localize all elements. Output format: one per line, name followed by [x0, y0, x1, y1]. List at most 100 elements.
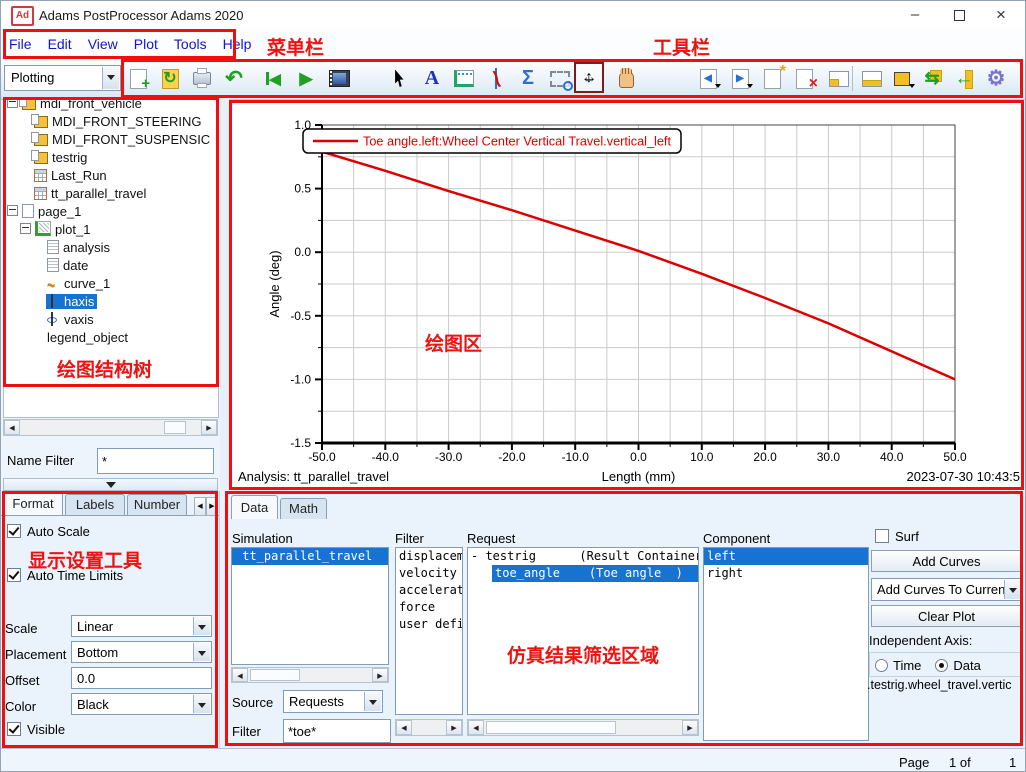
- tree-item-vaxis[interactable]: vaxis: [4, 311, 218, 329]
- list-item[interactable]: tt_parallel_travel: [232, 548, 388, 565]
- new-page-icon[interactable]: *: [758, 64, 786, 93]
- tree-item-plot_1[interactable]: plot_1: [4, 221, 218, 239]
- source-select[interactable]: Requests: [283, 690, 383, 713]
- chevron-down-icon[interactable]: [1004, 580, 1021, 599]
- request-listbox[interactable]: - testrig (Result Containertoe_angle (To…: [467, 547, 699, 715]
- chevron-down-icon[interactable]: [102, 67, 119, 89]
- tree-item-page_1[interactable]: page_1: [4, 203, 218, 221]
- chevron-down-icon[interactable]: [364, 692, 381, 711]
- menu-plot[interactable]: Plot: [126, 29, 166, 52]
- curve-edit-icon[interactable]: ~: [482, 64, 510, 93]
- scroll-left-icon[interactable]: ◀: [4, 420, 20, 435]
- sim-filter-input[interactable]: [283, 719, 391, 743]
- offset-input[interactable]: 0.0: [71, 667, 212, 689]
- panel-splitter[interactable]: [220, 99, 229, 491]
- tab-format[interactable]: Format: [3, 491, 63, 515]
- undo-icon[interactable]: ↶: [220, 64, 248, 93]
- scale-select[interactable]: Linear: [71, 615, 212, 637]
- scroll-right-icon[interactable]: ▶: [446, 720, 462, 735]
- tree-item-last_run[interactable]: Last_Run: [4, 167, 218, 185]
- radio-time[interactable]: Time: [875, 657, 935, 674]
- print-icon[interactable]: [188, 64, 216, 93]
- plot-area[interactable]: -50.0-40.0-30.0-20.0-10.00.010.020.030.0…: [229, 100, 1024, 490]
- expander-icon[interactable]: [7, 99, 18, 108]
- chevron-down-icon[interactable]: [193, 643, 210, 661]
- scrollbar-thumb[interactable]: [486, 721, 616, 734]
- list-item[interactable]: velocity: [396, 565, 462, 582]
- scroll-right-icon[interactable]: ▶: [682, 720, 698, 735]
- plot-layout-icon[interactable]: [450, 64, 478, 93]
- go-to-start-icon[interactable]: ◀: [259, 64, 287, 93]
- tree-item-testrig[interactable]: testrig: [4, 149, 218, 167]
- text-icon[interactable]: A: [418, 64, 446, 93]
- filter-listbox[interactable]: displacemevelocityacceleratiforceuser de…: [395, 547, 463, 715]
- tree-item-date[interactable]: date: [4, 257, 218, 275]
- minimize-button[interactable]: –: [893, 1, 937, 28]
- scroll-left-icon[interactable]: ◀: [396, 720, 412, 735]
- expander-icon[interactable]: [7, 205, 18, 216]
- scrollbar-thumb[interactable]: [250, 669, 300, 681]
- tree-item-mdi_front_vehicle[interactable]: mdi_front_vehicle: [4, 99, 218, 113]
- tab-data[interactable]: Data: [231, 495, 278, 519]
- layout-corner-icon[interactable]: [825, 64, 853, 93]
- animation-icon[interactable]: [325, 64, 353, 93]
- tree-item-mdi_front_steering[interactable]: MDI_FRONT_STEERING: [4, 113, 218, 131]
- tab-number[interactable]: Number: [127, 494, 187, 515]
- play-icon[interactable]: ▶: [292, 64, 320, 93]
- surf-checkbox[interactable]: Surf: [875, 529, 919, 545]
- placement-select[interactable]: Bottom: [71, 641, 212, 663]
- maximize-button[interactable]: [937, 1, 981, 28]
- tree-item-analysis[interactable]: analysis: [4, 239, 218, 257]
- auto-scale-checkbox[interactable]: Auto Scale: [7, 524, 90, 540]
- settings-gear-icon[interactable]: ⚙: [982, 64, 1010, 93]
- menu-help[interactable]: Help: [215, 29, 260, 52]
- menu-tools[interactable]: Tools: [166, 29, 215, 52]
- tree-item-mdi_front_suspensic[interactable]: MDI_FRONT_SUSPENSIC: [4, 131, 218, 149]
- refresh-icon[interactable]: ↻: [156, 64, 184, 93]
- clear-plot-button[interactable]: Clear Plot: [871, 605, 1022, 627]
- tree-item-haxis[interactable]: haxis: [4, 293, 218, 311]
- name-filter-input[interactable]: [97, 448, 214, 474]
- tree-item-tt_parallel_travel[interactable]: tt_parallel_travel: [4, 185, 218, 203]
- simulation-listbox[interactable]: tt_parallel_travel: [231, 547, 389, 665]
- menu-view[interactable]: View: [80, 29, 126, 52]
- visible-checkbox[interactable]: Visible: [7, 722, 65, 738]
- layout-full-icon[interactable]: [888, 64, 916, 93]
- request-scrollbar[interactable]: ◀ ▶: [467, 719, 699, 736]
- add-curves-button[interactable]: Add Curves: [871, 550, 1022, 572]
- tree-item-curve_1[interactable]: curve_1: [4, 275, 218, 293]
- simulation-scrollbar[interactable]: ◀ ▶: [231, 667, 389, 683]
- tab-math[interactable]: Math: [280, 498, 327, 519]
- tab-scroll-left-icon[interactable]: ◀: [194, 497, 206, 516]
- add-curves-mode-select[interactable]: Add Curves To Curren: [871, 578, 1023, 601]
- scroll-right-icon[interactable]: ▶: [201, 420, 217, 435]
- zoom-region-icon[interactable]: [546, 64, 574, 93]
- layout-bottom-icon[interactable]: [858, 64, 886, 93]
- collapse-splitter-button[interactable]: [3, 478, 218, 491]
- menu-edit[interactable]: Edit: [40, 29, 80, 52]
- mode-select[interactable]: Plotting: [4, 65, 121, 91]
- list-item[interactable]: right: [704, 565, 868, 582]
- list-item[interactable]: displaceme: [396, 548, 462, 565]
- color-select[interactable]: Black: [71, 693, 212, 715]
- swap-views-icon[interactable]: ⇆: [918, 64, 946, 93]
- list-item[interactable]: user defin: [396, 616, 462, 633]
- close-button[interactable]: ×: [979, 1, 1023, 28]
- tab-scroll-right-icon[interactable]: ▶: [206, 497, 218, 516]
- tree-item-legend_object[interactable]: legend_object: [4, 329, 218, 347]
- list-item[interactable]: - testrig (Result Container: [468, 548, 698, 565]
- scrollbar-thumb[interactable]: [164, 421, 186, 434]
- select-cursor-icon[interactable]: [386, 64, 414, 93]
- chevron-down-icon[interactable]: [193, 617, 210, 635]
- delete-page-icon[interactable]: ×: [790, 64, 818, 93]
- chevron-down-icon[interactable]: [193, 695, 210, 713]
- scroll-right-icon[interactable]: ▶: [372, 668, 388, 682]
- previous-page-icon[interactable]: ◀: [694, 64, 722, 93]
- tree-horizontal-scrollbar[interactable]: ◀ ▶: [3, 419, 218, 436]
- filter-scrollbar[interactable]: ◀ ▶: [395, 719, 463, 736]
- next-page-icon[interactable]: ▶: [726, 64, 754, 93]
- tab-labels[interactable]: Labels: [65, 494, 125, 515]
- move-view-icon[interactable]: ↔: [574, 62, 604, 93]
- sum-icon[interactable]: Σ: [514, 64, 542, 93]
- previous-view-icon[interactable]: ←: [950, 64, 978, 93]
